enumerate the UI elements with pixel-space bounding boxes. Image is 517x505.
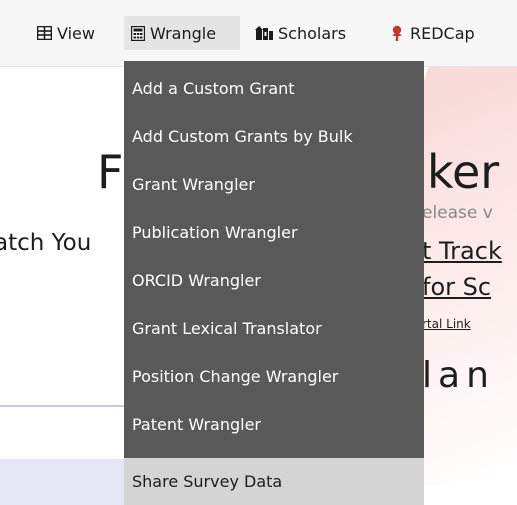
portal-link[interactable]: rtal Link <box>422 317 471 331</box>
nav-redcap-label: REDCap <box>410 23 475 43</box>
menu-item-publication-wrangler[interactable]: Publication Wrangler <box>124 208 424 256</box>
tracker-link[interactable]: t Track <box>422 237 502 265</box>
nav-view[interactable]: View <box>30 16 102 50</box>
section-divider <box>0 405 140 407</box>
menu-item-grant-lexical-translator[interactable]: Grant Lexical Translator <box>124 304 424 352</box>
page-title-fragment-right: ker <box>427 145 500 199</box>
menu-item-position-change-wrangler[interactable]: Position Change Wrangler <box>124 352 424 400</box>
nav-scholars-label: Scholars <box>278 23 347 43</box>
nav-wrangle[interactable]: Wrangle <box>124 16 240 50</box>
top-navbar: View Wrangle Scholars REDCap <box>0 0 517 67</box>
scholars-link[interactable]: for Sc <box>422 273 491 301</box>
menu-item-grant-wrangler[interactable]: Grant Wrangler <box>124 160 424 208</box>
wrangle-dropdown-menu: Add a Custom Grant Add Custom Grants by … <box>124 61 424 505</box>
notice-text-fragment: elease v <box>422 203 493 223</box>
nav-scholars[interactable]: Scholars <box>248 16 353 50</box>
nav-view-label: View <box>57 23 95 43</box>
page-title-fragment-left: F <box>97 145 125 199</box>
menu-item-orcid-wrangler[interactable]: ORCID Wrangler <box>124 256 424 304</box>
calculator-icon <box>131 25 145 41</box>
nav-wrangle-label: Wrangle <box>150 23 217 43</box>
nav-redcap[interactable]: REDCap <box>382 16 482 50</box>
page-subtitle-fragment: atch You <box>0 230 92 256</box>
scholars-icon <box>255 26 273 40</box>
redcap-icon <box>389 25 405 41</box>
menu-item-patent-wrangler[interactable]: Patent Wrangler <box>124 400 424 448</box>
table-icon <box>37 26 52 40</box>
menu-item-add-custom-grants-bulk[interactable]: Add Custom Grants by Bulk <box>124 112 424 160</box>
plan-heading-fragment: lan <box>422 355 495 396</box>
menu-item-share-survey-data[interactable]: Share Survey Data <box>124 458 424 505</box>
menu-item-add-custom-grant[interactable]: Add a Custom Grant <box>124 64 424 112</box>
section-band <box>0 459 140 505</box>
